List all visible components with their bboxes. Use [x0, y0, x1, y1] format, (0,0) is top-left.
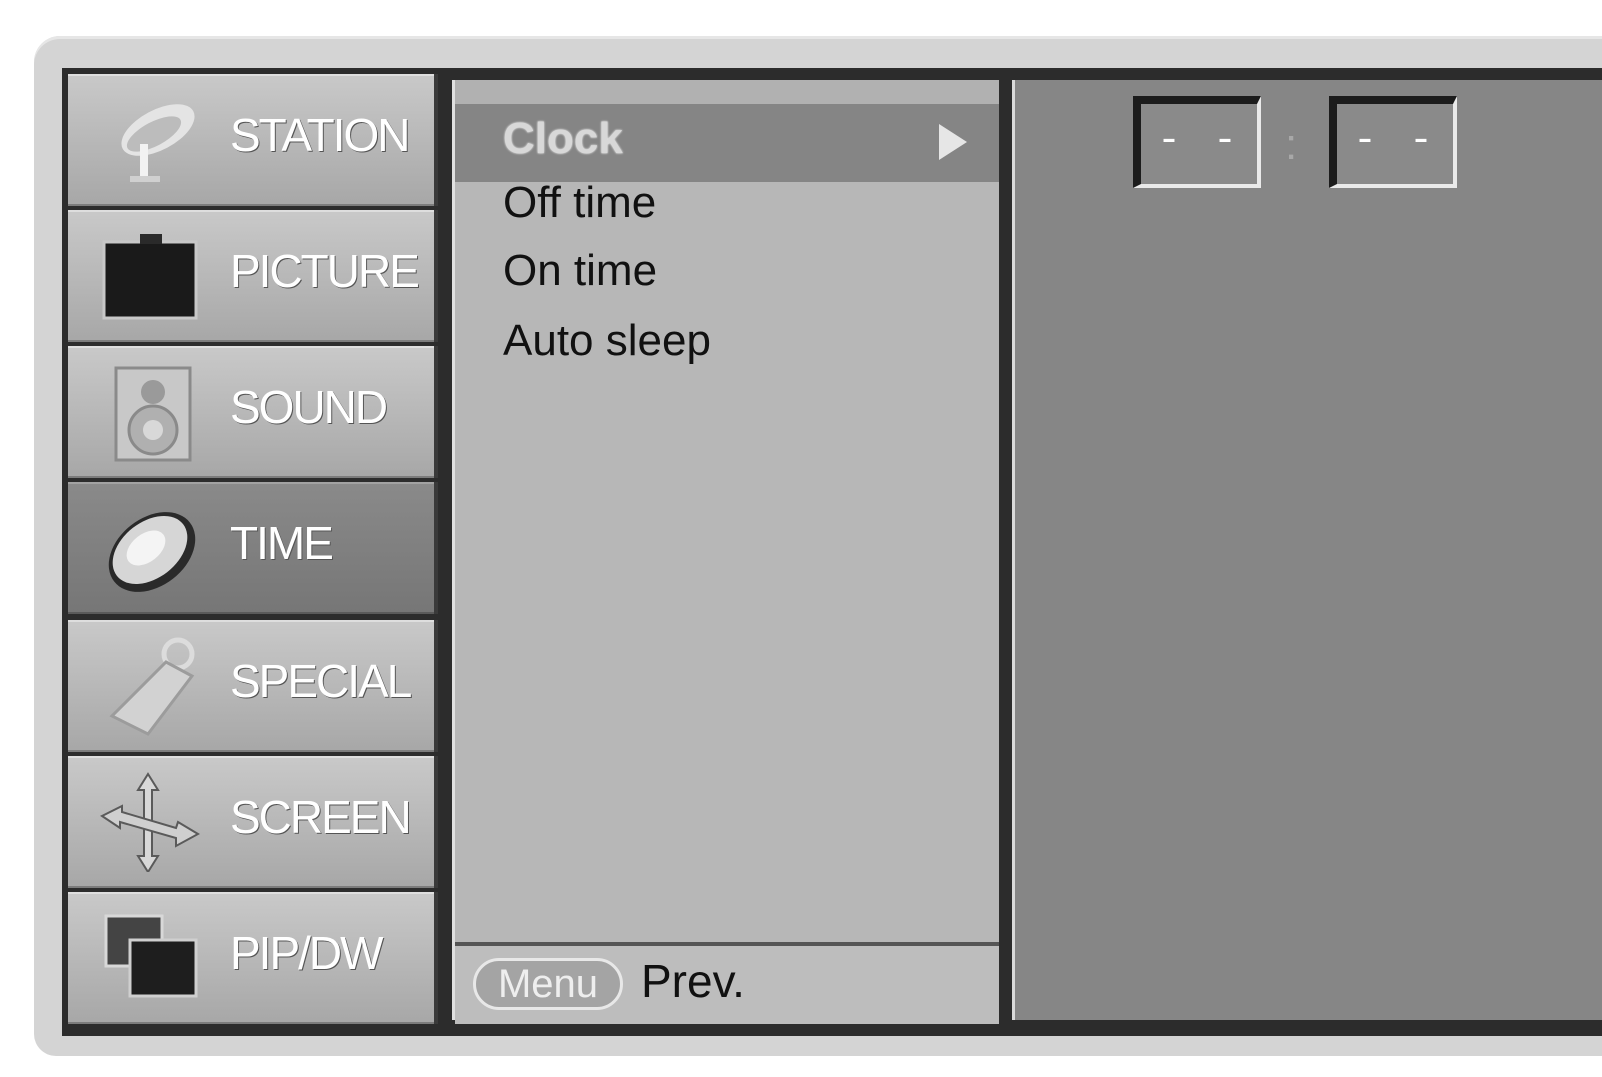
- submenu-item-label: Clock: [503, 114, 623, 163]
- clock-icon: [108, 512, 196, 592]
- satellite-dish-icon: [121, 104, 195, 182]
- submenu-footer: Menu Prev.: [455, 942, 999, 1024]
- pip-windows-icon: [104, 914, 198, 998]
- category-special[interactable]: SPECIAL: [68, 620, 438, 752]
- category-station[interactable]: STATION: [68, 74, 438, 206]
- category-picture[interactable]: PICTURE: [68, 210, 438, 342]
- category-label: SPECIAL: [230, 655, 412, 707]
- time-separator: :: [1285, 120, 1298, 169]
- category-label: PICTURE: [230, 245, 420, 297]
- submenu-item-off-time[interactable]: Off time: [503, 178, 656, 228]
- time-submenu: Clock Off time On time Auto sleep Menu P…: [452, 80, 999, 1024]
- category-time[interactable]: TIME: [68, 482, 438, 614]
- category-menu: STATION PICTURE SOUND TIME SPECIAL SCREE…: [68, 74, 438, 1024]
- speaker-icon: [114, 366, 192, 462]
- hour-field[interactable]: - -: [1133, 96, 1261, 188]
- right-arrow-icon: [939, 124, 967, 160]
- submenu-item-clock[interactable]: Clock: [455, 104, 999, 182]
- category-label: STATION: [230, 109, 411, 161]
- key-tag-icon: [109, 637, 195, 736]
- category-screen[interactable]: SCREEN: [68, 756, 438, 888]
- move-arrows-icon: [100, 772, 201, 872]
- clock-value-panel: - - : - -: [1012, 80, 1602, 1020]
- menu-key-button[interactable]: Menu: [473, 958, 623, 1010]
- category-pip[interactable]: PIP/DW: [68, 892, 438, 1024]
- category-label: PIP/DW: [230, 927, 384, 979]
- submenu-item-auto-sleep[interactable]: Auto sleep: [503, 316, 711, 366]
- submenu-item-on-time[interactable]: On time: [503, 246, 657, 296]
- minute-field[interactable]: - -: [1329, 96, 1457, 188]
- prev-label: Prev.: [641, 955, 745, 1007]
- submenu-top-bar: [455, 80, 999, 104]
- category-label: SOUND: [230, 381, 388, 433]
- category-label: SCREEN: [230, 791, 412, 843]
- category-sound[interactable]: SOUND: [68, 346, 438, 478]
- tv-screen-icon: [102, 234, 198, 320]
- category-label: TIME: [230, 517, 334, 569]
